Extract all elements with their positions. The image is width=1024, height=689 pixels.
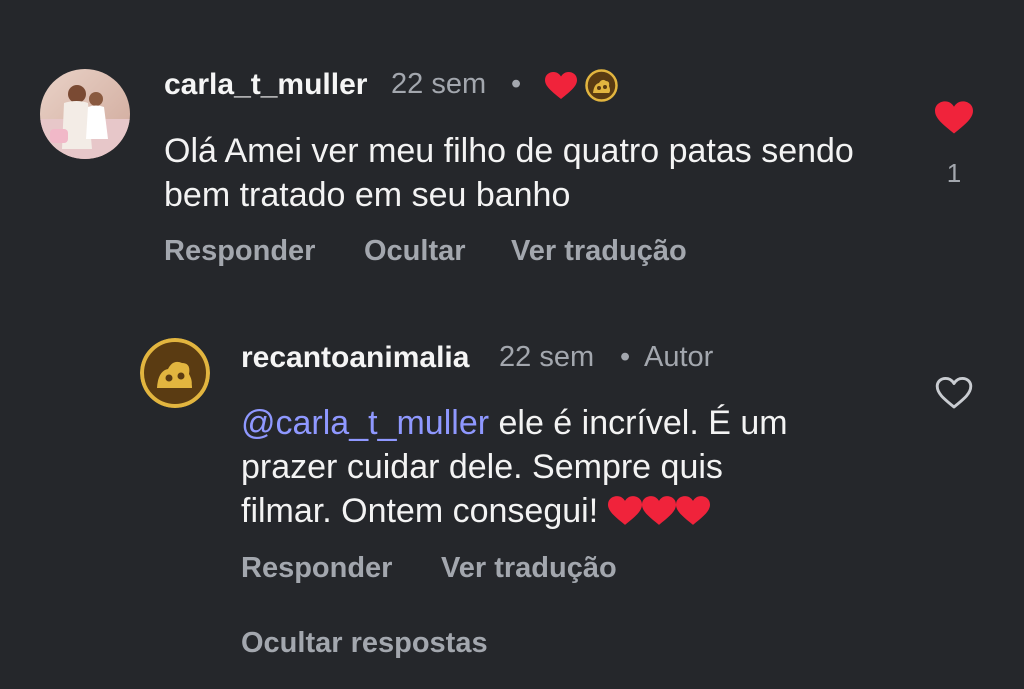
like-count: 1 (946, 158, 962, 188)
heart-outline-icon[interactable] (935, 376, 973, 410)
meta-separator: • (511, 68, 522, 100)
brand-avatar-icon (585, 69, 618, 102)
heart-icon (545, 72, 577, 100)
reply-text-line2: prazer cuidar dele. Sempre quis (241, 448, 723, 486)
comment-time: 22 sem (391, 68, 487, 100)
hide-button[interactable]: Ocultar (364, 235, 466, 268)
reply-text-line3: filmar. Ontem consegui! (241, 492, 608, 530)
reply-translate-button[interactable]: Ver tradução (441, 552, 617, 585)
avatar-carla[interactable] (40, 69, 130, 159)
comment-username[interactable]: carla_t_muller (164, 68, 367, 102)
reply-meta-separator: • (620, 341, 631, 373)
reply-text: @carla_t_muller ele é incrível. É um pra… (241, 401, 921, 533)
avatar-recantoanimalia[interactable] (140, 338, 210, 408)
hide-replies-button[interactable]: Ocultar respostas (241, 627, 488, 660)
translate-button[interactable]: Ver tradução (511, 235, 687, 268)
author-tag: Autor (644, 341, 714, 373)
avatar-photo (40, 69, 130, 159)
comment-text: Olá Amei ver meu filho de quatro patas s… (164, 132, 854, 214)
reply-button[interactable]: Responder (164, 235, 315, 268)
reply-text-line1: ele é incrível. É um (489, 404, 788, 442)
heart-filled-icon[interactable] (935, 101, 973, 135)
reply-username[interactable]: recantoanimalia (241, 341, 469, 375)
brand-logo-icon (140, 338, 210, 408)
reply-time: 22 sem (499, 341, 595, 373)
mention-link[interactable]: @carla_t_muller (241, 404, 489, 442)
reply-reply-button[interactable]: Responder (241, 552, 392, 585)
heart-emoji-icon (607, 492, 710, 530)
